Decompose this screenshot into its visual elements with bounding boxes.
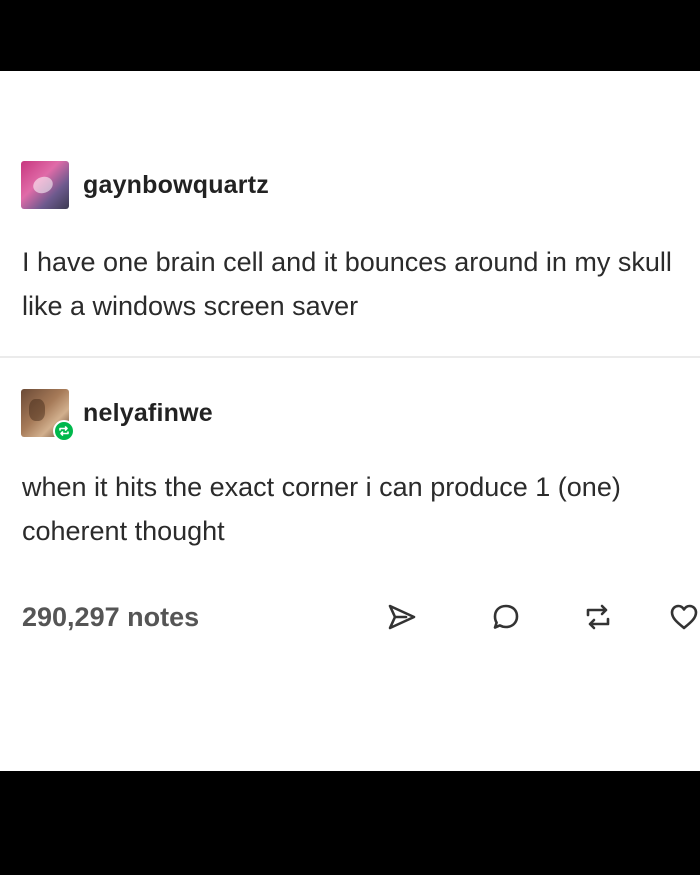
avatar-shade xyxy=(29,399,45,421)
notes-count[interactable]: 290,297 notes xyxy=(22,597,199,637)
like-icon[interactable] xyxy=(668,601,700,633)
avatar[interactable] xyxy=(21,389,75,442)
original-post-header: gaynbowquartz xyxy=(21,161,269,209)
screenshot-frame: gaynbowquartz I have one brain cell and … xyxy=(0,0,700,875)
avatar-highlight xyxy=(30,174,56,196)
reblog-arrows-icon xyxy=(59,426,69,436)
reply-post-text: when it hits the exact corner i can prod… xyxy=(22,472,621,546)
avatar[interactable] xyxy=(21,161,69,209)
reblog-icon[interactable] xyxy=(582,601,614,633)
reply-icon[interactable] xyxy=(490,601,522,633)
tumblr-post-card: gaynbowquartz I have one brain cell and … xyxy=(0,71,700,771)
reblog-divider xyxy=(0,356,700,358)
reblog-badge-icon xyxy=(53,420,75,442)
username-original[interactable]: gaynbowquartz xyxy=(83,171,269,200)
reply-post-header: nelyafinwe xyxy=(21,389,213,442)
share-icon[interactable] xyxy=(386,601,418,633)
post-footer: 290,297 notes xyxy=(22,597,700,637)
original-post-text: I have one brain cell and it bounces aro… xyxy=(22,247,672,321)
username-reply[interactable]: nelyafinwe xyxy=(83,399,213,428)
